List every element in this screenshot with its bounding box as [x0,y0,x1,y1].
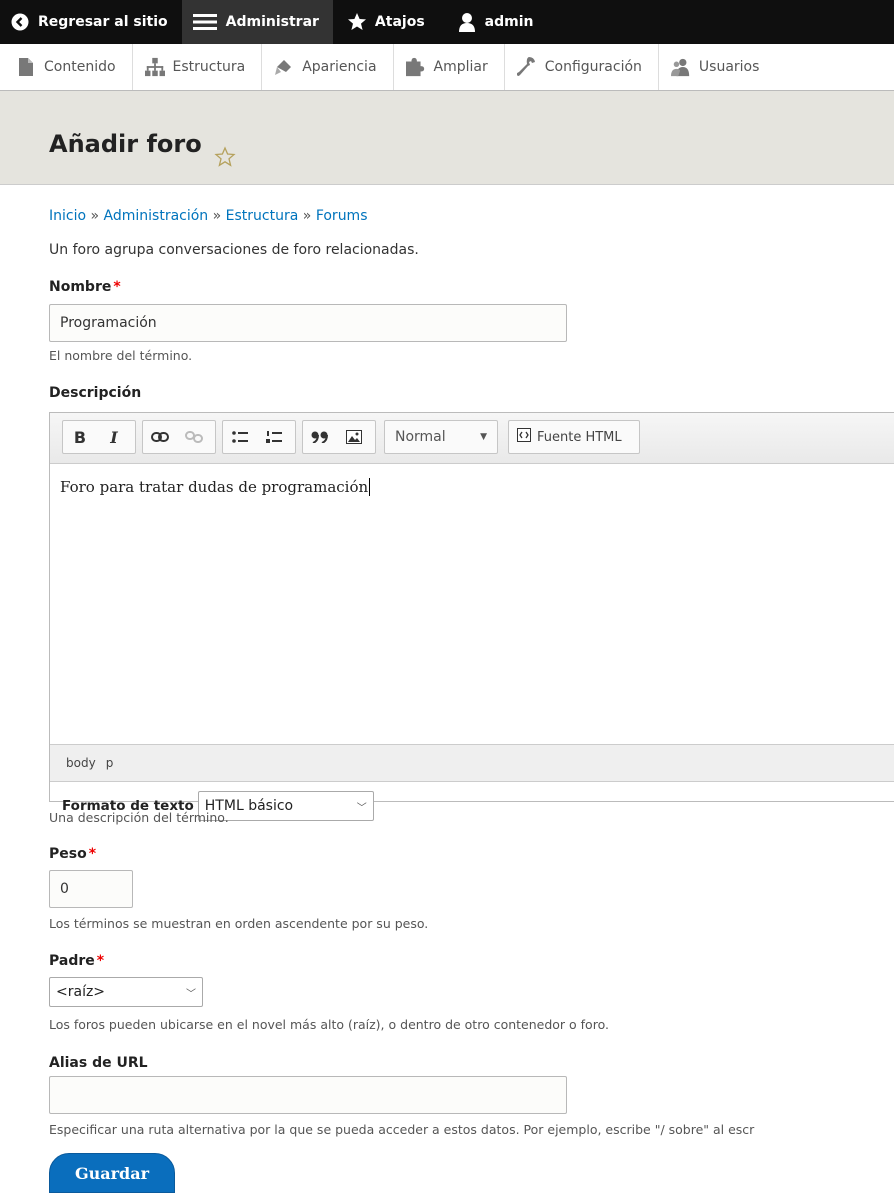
admin-tray: Contenido Estructura Apariencia Ampliar … [0,44,894,91]
text-cursor [369,478,371,496]
tray-item-configuration-label: Configuración [544,59,642,75]
breadcrumb-structure[interactable]: Estructura [226,208,299,224]
wrench-icon [516,57,537,77]
tray-item-content-label: Contenido [44,59,116,75]
name-label: Nombre * [49,279,121,295]
chevron-down-icon: ﹀ [356,802,367,814]
tray-item-appearance-label: Apariencia [302,59,377,75]
source-icon [517,428,531,446]
tray-item-structure[interactable]: Estructura [133,44,263,90]
bold-button[interactable]: B [63,421,97,453]
rich-text-editor: B I Normal ▼ Fuente HTML Foro para trata… [49,412,894,821]
numbered-list-icon[interactable] [257,421,291,453]
tray-item-appearance[interactable]: Apariencia [262,44,394,90]
parent-label-text: Padre [49,953,95,969]
file-icon [16,57,36,77]
tray-item-structure-label: Estructura [172,59,246,75]
breadcrumb-separator: » [90,208,100,224]
user-icon [457,12,477,32]
back-to-site-label: Regresar al sitio [38,14,168,30]
blockquote-icon[interactable] [303,421,337,453]
editor-group-basic: B I [62,420,136,454]
italic-button[interactable]: I [97,421,131,453]
name-description: El nombre del término. [49,348,193,363]
intro-text: Un foro agrupa conversaciones de foro re… [49,242,419,258]
url-alias-field[interactable] [49,1076,567,1114]
editor-element-path: body p [50,744,894,782]
url-alias-description: Especificar una ruta alternativa por la … [49,1122,755,1137]
weight-field[interactable]: 0 [49,870,133,908]
breadcrumb-separator: » [212,208,222,224]
required-marker: * [113,279,121,295]
tray-item-people-label: Usuarios [698,59,760,75]
tray-item-extend-label: Ampliar [433,59,488,75]
user-label: admin [484,14,534,30]
puzzle-icon [405,57,426,77]
star-icon [347,12,367,32]
breadcrumb-forums[interactable]: Forums [316,208,368,224]
name-field-value: Programación [60,315,157,331]
manage-label: Administrar [225,14,319,30]
page-header: Añadir foro [0,91,894,185]
editor-text: Foro para tratar dudas de programación [60,478,369,496]
editor-group-lists [222,420,296,454]
path-p[interactable]: p [106,756,114,770]
weight-label: Peso * [49,846,96,862]
tray-item-content[interactable]: Contenido [0,44,133,90]
format-dropdown[interactable]: Normal ▼ [384,420,498,454]
back-arrow-icon [10,12,30,32]
editor-toolbar: B I Normal ▼ Fuente HTML [50,413,894,464]
weight-field-value: 0 [60,881,69,897]
image-icon[interactable] [337,421,371,453]
menu-icon [192,12,218,32]
weight-description: Los términos se muestran en orden ascend… [49,916,429,931]
back-to-site-link[interactable]: Regresar al sitio [0,0,182,44]
unlink-icon[interactable] [177,421,211,453]
name-field[interactable]: Programación [49,304,567,342]
description-label: Descripción [49,385,142,401]
editor-group-blocks [302,420,376,454]
link-icon[interactable] [143,421,177,453]
breadcrumb-home[interactable]: Inicio [49,208,86,224]
sitemap-icon [144,57,165,77]
format-dropdown-value: Normal [395,429,446,445]
editor-content-area[interactable]: Foro para tratar dudas de programación [50,464,894,744]
source-button[interactable]: Fuente HTML [508,420,640,454]
breadcrumb: Inicio » Administración » Estructura » F… [49,208,368,224]
shortcuts-label: Atajos [374,14,425,30]
parent-description: Los foros pueden ubicarse en el novel má… [49,1017,609,1032]
weight-label-text: Peso [49,846,87,862]
path-body[interactable]: body [66,756,96,770]
required-marker: * [88,846,97,862]
required-marker: * [96,953,105,969]
url-alias-label: Alias de URL [49,1055,148,1071]
admin-toolbar: Regresar al sitio Administrar Atajos adm… [0,0,894,44]
paint-brush-icon [274,57,294,77]
parent-select-value: <raíz> [56,984,106,1000]
tray-item-extend[interactable]: Ampliar [394,44,505,90]
breadcrumb-admin[interactable]: Administración [104,208,209,224]
shortcuts-tab[interactable]: Atajos [333,0,439,44]
bulleted-list-icon[interactable] [223,421,257,453]
tray-item-configuration[interactable]: Configuración [505,44,659,90]
editor-group-links [142,420,216,454]
caret-down-icon: ▼ [480,432,487,442]
name-label-text: Nombre [49,279,112,295]
page-title: Añadir foro [49,130,202,158]
tray-item-people[interactable]: Usuarios [659,44,776,90]
parent-select[interactable]: <raíz> ﹀ [49,977,203,1007]
people-icon [670,57,691,77]
add-shortcut-star-icon[interactable] [214,146,236,168]
source-label: Fuente HTML [537,429,622,445]
breadcrumb-separator: » [302,208,312,224]
manage-tab[interactable]: Administrar [181,0,333,44]
chevron-down-icon: ﹀ [186,988,196,1000]
parent-label: Padre * [49,953,104,969]
description-help: Una descripción del término. [49,810,229,825]
user-tab[interactable]: admin [439,0,548,44]
save-button[interactable]: Guardar [49,1153,175,1193]
